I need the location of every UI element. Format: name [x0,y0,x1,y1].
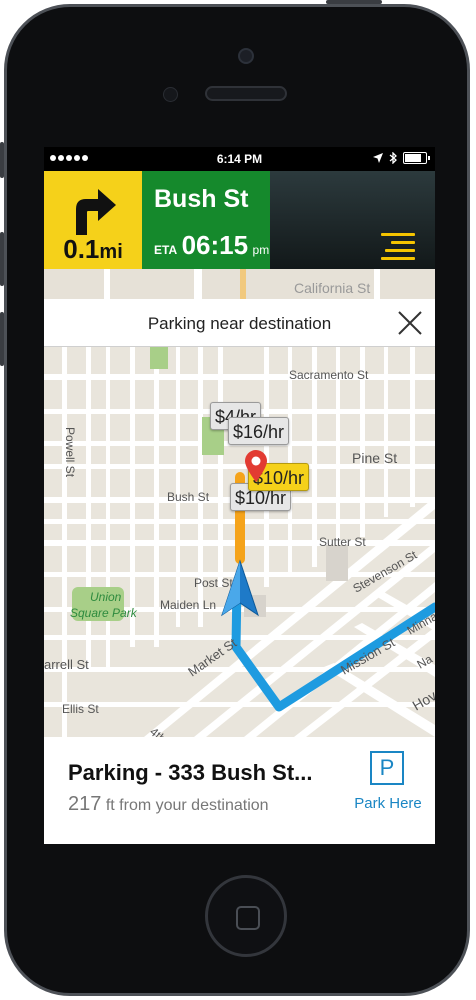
street-label: arrell St [44,657,89,672]
street-label: Sacramento St [289,368,369,382]
home-button[interactable] [205,875,287,957]
map-strip: California St [44,269,435,299]
header-title: Parking near destination [147,314,332,333]
parking-map[interactable]: Sacramento St Pine St Bush St Sutter St … [44,347,435,746]
price-tag[interactable]: $16/hr [228,417,290,445]
earpiece-speaker [205,86,287,101]
small-park [150,347,168,369]
street-label: Bush St [167,490,210,504]
turn-instruction: 0.1mi [44,171,142,269]
park-label-line2: Square Park [70,606,138,620]
front-camera [238,48,254,64]
nav-controls [270,171,435,269]
distance-value: 0.1 [63,234,100,264]
street-label: Powell St [63,427,77,478]
status-icons [373,152,430,164]
street-panel: Bush St ETA 06:15 pm [142,171,270,269]
app-screen: 6:14 PM 0.1mi Bush St ETA 06:15 pm Calif… [44,147,435,844]
eta-period: pm [252,243,270,257]
status-bar: 6:14 PM [44,147,435,171]
bluetooth-icon [389,152,397,164]
volume-down-button[interactable] [0,312,4,366]
street-label: Sutter St [319,535,366,549]
mute-switch[interactable] [0,142,4,178]
power-button[interactable] [326,0,382,4]
building-block [326,545,348,581]
distance-unit: mi [99,241,123,263]
turn-right-arrow-icon [76,189,116,235]
location-arrow-icon [373,153,383,163]
street-label: Maiden Ln [160,598,216,612]
distance-number: 217 [68,793,102,815]
street-label: Post St [194,576,233,590]
parking-distance: 217 ft from your destination [68,793,269,816]
parking-icon[interactable]: P [370,751,404,785]
distance-text: ft from your destination [105,797,269,814]
eta-time: 06:15 [181,230,249,260]
menu-icon[interactable] [381,233,415,260]
street-label: Pine St [352,450,397,466]
battery-icon [403,152,430,164]
eta-label: ETA [154,243,178,257]
map-pin-icon [245,450,267,482]
street-label: Ellis St [62,702,99,716]
home-button-icon [236,906,260,930]
navigation-banner: 0.1mi Bush St ETA 06:15 pm [44,171,435,269]
eta: ETA 06:15 pm [154,230,269,261]
parking-result-card[interactable]: Parking - 333 Bush St... 217 ft from you… [44,737,435,844]
turn-distance: 0.1mi [44,234,142,265]
street-name: Bush St [154,185,249,213]
park-here-button[interactable]: Park Here [344,795,432,812]
park-label-line1: Union [90,590,122,604]
parking-title: Parking - 333 Bush St... [68,760,313,785]
proximity-sensor [163,87,178,102]
close-icon[interactable] [397,310,423,336]
volume-up-button[interactable] [0,232,4,286]
faded-street-label: California St [294,280,370,296]
parking-header: Parking near destination [44,299,435,347]
